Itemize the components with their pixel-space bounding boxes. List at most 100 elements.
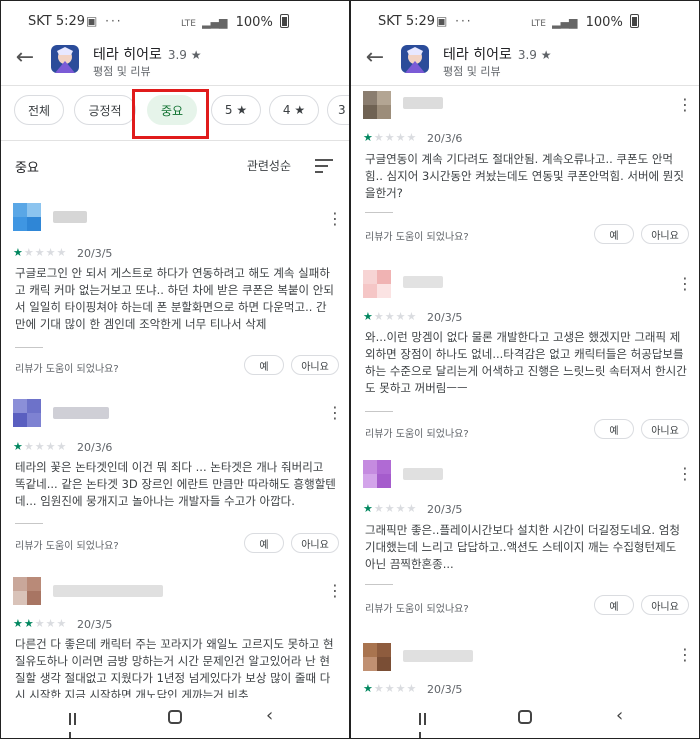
- filter-chip-positive[interactable]: 긍정적: [74, 95, 136, 125]
- helpful-question: 리뷰가 도움이 되었나요?: [365, 429, 469, 440]
- app-subtitle: 평점 및 리뷰: [443, 65, 501, 78]
- reviewer-name: [53, 407, 109, 419]
- recent-apps-icon[interactable]: [69, 710, 83, 738]
- helpful-no-button[interactable]: 아니요: [641, 595, 689, 615]
- battery-percent: 100%: [585, 15, 623, 30]
- more-options-icon[interactable]: ⋮: [677, 97, 693, 113]
- status-carrier-time: SKT 5:29: [28, 14, 86, 29]
- review-date: 20/3/5: [77, 618, 113, 631]
- helpful-yes-button[interactable]: 예: [594, 419, 634, 439]
- helpful-yes-button[interactable]: 예: [244, 355, 284, 375]
- sort-icon[interactable]: [315, 159, 333, 173]
- sort-button[interactable]: 관련성순: [247, 157, 291, 174]
- review-text: 테라의 꽃은 논타겟인데 이건 뭐 죄다 ... 논타겟은 개나 줘버리고 똑같…: [15, 460, 336, 508]
- review-card: ⋮ ★★★★★ 20/3/6 테라의 꽃은 논타겟인데 이건 뭐 죄다 ... …: [1, 397, 349, 557]
- helpful-yes-button[interactable]: 예: [594, 595, 634, 615]
- reviewer-avatar: [13, 577, 41, 605]
- nav-back-icon[interactable]: ‹: [266, 707, 273, 725]
- reviewer-name: [403, 97, 443, 109]
- recent-apps-icon[interactable]: [419, 710, 433, 738]
- nav-back-icon[interactable]: ‹: [616, 707, 623, 725]
- more-options-icon[interactable]: ⋮: [677, 647, 693, 663]
- filter-chip-4-star[interactable]: 4 ★: [269, 95, 319, 125]
- review-date: 20/3/5: [427, 503, 463, 516]
- helpful-no-button[interactable]: 아니요: [291, 533, 339, 553]
- reviewer-name: [403, 650, 473, 662]
- sort-row: 중요 관련성순: [1, 151, 349, 181]
- star-rating: ★★★★★: [13, 440, 68, 453]
- app-rating-value: 3.9: [167, 48, 187, 62]
- header-divider: [351, 85, 699, 86]
- review-divider: [365, 212, 393, 213]
- filter-chip-all[interactable]: 전체: [14, 95, 64, 125]
- helpful-question: 리뷰가 도움이 되었나요?: [365, 232, 469, 243]
- app-rating-star-icon: ★: [540, 48, 552, 62]
- right-screenshot-panel: SKT 5:29 ▣ ··· LTE ▂▄▆ 100% ← 테라 히어로 3.9 …: [350, 0, 700, 739]
- star-rating: ★★★★★: [363, 502, 418, 515]
- battery-icon: [629, 14, 639, 28]
- review-text: 구글연동이 계속 기다려도 절대안됨. 계속오류나고.. 쿠폰도 안먹힘.. 심…: [365, 152, 684, 200]
- star-rating: ★★★★★: [363, 682, 418, 695]
- reviewer-name: [403, 276, 443, 288]
- reviewer-avatar: [363, 460, 391, 488]
- helpful-yes-button[interactable]: 예: [594, 224, 634, 244]
- app-title-text: 테라 히어로: [443, 47, 512, 63]
- app-title: 테라 히어로 3.9 ★: [93, 44, 202, 64]
- back-arrow-icon[interactable]: ←: [363, 47, 387, 71]
- reviewer-name: [403, 468, 443, 480]
- star-rating: ★★★★★: [363, 131, 418, 144]
- reviewer-avatar: [363, 270, 391, 298]
- star-rating: ★★★★★: [363, 310, 418, 323]
- review-card: ⋮ ★★★★★ 20/3/5 구글로그인 안 되서 게스트로 하다가 연동하려고…: [1, 201, 349, 381]
- app-rating-star-icon: ★: [190, 48, 202, 62]
- filter-chip-5-star[interactable]: 5 ★: [211, 95, 261, 125]
- app-rating: 3.9 ★: [168, 48, 202, 62]
- helpful-no-button[interactable]: 아니요: [641, 224, 689, 244]
- review-divider: [15, 523, 43, 524]
- app-rating: 3.9 ★: [518, 48, 552, 62]
- app-icon: [51, 45, 79, 73]
- left-screenshot-panel: SKT 5:29 ▣ ··· LTE ▂▄▆ 100% ← 테라 히어로 3.9 …: [0, 0, 350, 739]
- review-card: ⋮ ★★★★★ 20/3/5 그래픽만 좋은..플레이시간보다 설치한 시간이 …: [351, 458, 699, 618]
- helpful-yes-button[interactable]: 예: [244, 533, 284, 553]
- signal-icon: ▂▄▆: [552, 16, 578, 29]
- highlight-box: [132, 89, 209, 139]
- network-label: LTE: [531, 19, 546, 29]
- review-text: 그래픽만 좋은..플레이시간보다 설치한 시간이 더길정도네요. 엄청 기대했는…: [365, 523, 680, 571]
- review-text: 구글로그인 안 되서 게스트로 하다가 연동하려고 해도 계속 실패하고 캐릭 …: [15, 266, 334, 331]
- helpful-no-button[interactable]: 아니요: [641, 419, 689, 439]
- header-divider: [1, 85, 349, 86]
- app-header: ← 테라 히어로 3.9 ★ 평점 및 리뷰: [1, 41, 349, 83]
- review-date: 20/3/5: [427, 311, 463, 324]
- system-nav-bar: ‹: [1, 698, 349, 738]
- reviewer-name: [53, 211, 87, 223]
- helpful-no-button[interactable]: 아니요: [291, 355, 339, 375]
- status-icons: ▣ ···: [86, 14, 123, 28]
- home-icon[interactable]: [168, 710, 182, 724]
- review-text: 다른건 다 좋은데 캐릭터 주는 꼬라지가 왜일노 고르지도 못하고 현질유도하…: [15, 637, 334, 702]
- status-bar: SKT 5:29 ▣ ··· LTE ▂▄▆ 100%: [351, 1, 699, 41]
- home-icon[interactable]: [518, 710, 532, 724]
- review-divider: [365, 411, 393, 412]
- review-divider: [15, 347, 43, 348]
- reviewer-avatar: [13, 399, 41, 427]
- app-icon: [401, 45, 429, 73]
- review-card: ⋮ ★★★★★ 20/3/5 다른건 다 좋은데 캐릭터 주는 꼬라지가 왜일노…: [1, 575, 349, 705]
- more-options-icon[interactable]: ⋮: [327, 211, 343, 227]
- more-options-icon[interactable]: ⋮: [677, 466, 693, 482]
- filter-chip-3-star[interactable]: 3: [327, 95, 349, 125]
- reviewer-avatar: [363, 91, 391, 119]
- reviewer-avatar: [13, 203, 41, 231]
- more-options-icon[interactable]: ⋮: [677, 276, 693, 292]
- status-battery: LTE ▂▄▆ 100%: [531, 14, 639, 30]
- app-header: ← 테라 히어로 3.9 ★ 평점 및 리뷰: [351, 41, 699, 83]
- app-title-text: 테라 히어로: [93, 47, 162, 63]
- more-options-icon[interactable]: ⋮: [327, 583, 343, 599]
- reviewer-avatar: [363, 643, 391, 671]
- review-date: 20/3/6: [77, 441, 113, 454]
- review-date: 20/3/6: [427, 132, 463, 145]
- review-card: ⋮ ★★★★★ 20/3/5: [351, 643, 699, 698]
- more-options-icon[interactable]: ⋮: [327, 405, 343, 421]
- back-arrow-icon[interactable]: ←: [13, 47, 37, 71]
- status-icons: ▣ ···: [436, 14, 473, 28]
